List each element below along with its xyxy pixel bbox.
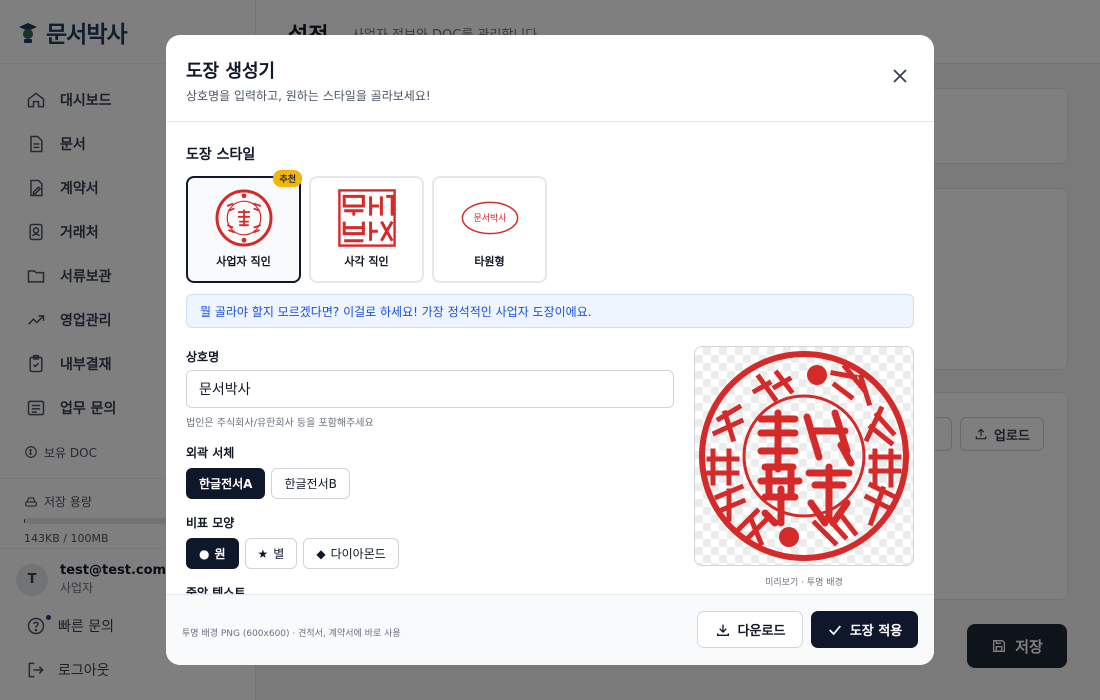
check-icon [828,624,841,635]
company-name-help: 법인은 주식회사/유한회사 등을 포함해주세요 [186,418,374,429]
divider-option-label: 다이아몬드 [330,547,386,561]
style-option-oval[interactable]: 문서박사 타원형 [432,176,547,283]
apply-stamp-button[interactable]: 도장 적용 [811,611,918,648]
oval-seal-thumbnail-icon: 문서박사 [461,201,518,235]
style-option-label: 사업자 직인 [216,255,271,268]
round-seal-thumbnail-icon [215,189,272,247]
download-icon [716,624,729,636]
star-icon: ★ [257,546,269,561]
divider-shape-options: ● 원 ★ 별 ◆ 다이아몬드 [186,538,674,569]
style-option-square-seal[interactable]: 사각 직인 [309,176,424,283]
outer-font-label: 외곽 서체 [186,446,235,460]
stamp-preview [694,346,914,566]
style-option-label: 사각 직인 [344,255,389,268]
circle-icon: ● [199,546,210,561]
modal-subtitle: 상호명을 입력하고, 원하는 스타일을 골라보세요! [186,89,431,103]
stamp-form: 상호명 법인은 주식회사/유한회사 등을 포함해주세요 외곽 서체 한글전서A … [186,346,914,594]
recommended-badge: 추천 [273,170,302,187]
apply-stamp-label: 도장 적용 [849,624,903,639]
divider-option-star[interactable]: ★ 별 [244,538,298,569]
modal-body: 도장 스타일 추천 사업자 직인 사각 직인 문서박사 타원형 뭘 골라야 할지… [166,122,934,594]
stamp-style-options: 추천 사업자 직인 사각 직인 문서박사 타원형 [186,170,914,283]
divider-option-circle[interactable]: ● 원 [186,538,239,569]
divider-option-label: 원 [214,547,226,561]
company-name-input[interactable] [186,370,674,408]
outer-font-option-a[interactable]: 한글전서A [186,468,266,499]
style-hint: 뭘 골라야 할지 모르겠다면? 이걸로 하세요! 가장 정석적인 사업자 도장이… [186,294,914,328]
outer-font-option-b[interactable]: 한글전서B [271,468,350,499]
diamond-icon: ◆ [316,546,326,561]
square-seal-thumbnail-icon [337,189,396,247]
oval-seal-text: 문서박사 [473,213,507,224]
stamp-style-label: 도장 스타일 [186,147,256,163]
modal-footer: 투명 배경 PNG (600x600) · 견적서, 계약서에 바로 사용 다운… [166,594,934,665]
modal-header: 도장 생성기 상호명을 입력하고, 원하는 스타일을 골라보세요! [166,35,934,122]
download-label: 다운로드 [737,624,786,639]
divider-option-label: 별 [273,547,285,561]
company-name-label: 상호명 [186,350,220,364]
form-left-column: 상호명 법인은 주식회사/유한회사 등을 포함해주세요 외곽 서체 한글전서A … [186,348,674,594]
style-option-business-seal[interactable]: 추천 사업자 직인 [186,170,302,283]
stamp-preview-image [699,351,909,561]
modal-title: 도장 생성기 [186,61,276,82]
download-button[interactable]: 다운로드 [697,611,803,648]
preview-caption: 미리보기 · 투명 배경 [765,578,843,588]
close-icon[interactable] [892,68,908,84]
outer-font-options: 한글전서A 한글전서B [186,468,674,499]
divider-shape-label: 비표 모양 [186,516,235,530]
center-text-label: 중앙 텍스트 [186,586,246,594]
divider-option-diamond[interactable]: ◆ 다이아몬드 [303,538,399,569]
stamp-generator-modal: 도장 생성기 상호명을 입력하고, 원하는 스타일을 골라보세요! 도장 스타일… [166,35,934,665]
style-option-label: 타원형 [474,255,505,268]
footer-note: 투명 배경 PNG (600x600) · 견적서, 계약서에 바로 사용 [182,629,401,639]
